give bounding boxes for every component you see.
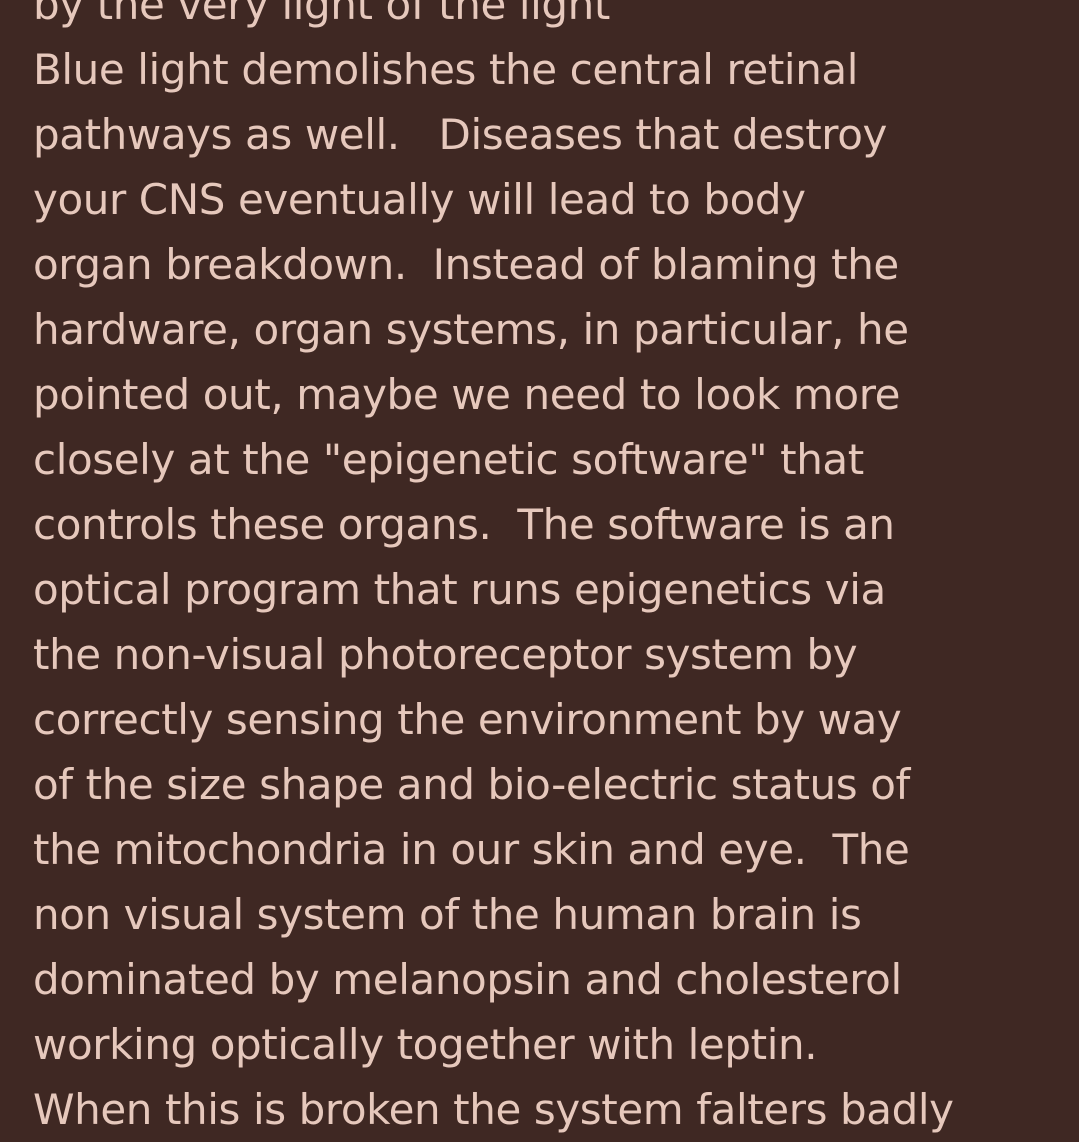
text-line: dominated by melanopsin and cholesterol xyxy=(33,955,902,1004)
text-line: by the very light of the light xyxy=(33,0,610,29)
text-line: pathways as well. Diseases that destroy xyxy=(33,110,887,159)
post-body-text: by the very light of the light Blue ligh… xyxy=(33,0,1073,1142)
text-line: the mitochondria in our skin and eye. Th… xyxy=(33,825,910,874)
text-line: Blue light demolishes the central retina… xyxy=(33,45,859,94)
text-line: working optically together with leptin. xyxy=(33,1020,818,1069)
text-line: your CNS eventually will lead to body xyxy=(33,175,806,224)
text-line: optical program that runs epigenetics vi… xyxy=(33,565,886,614)
text-line: controls these organs. The software is a… xyxy=(33,500,895,549)
text-line: pointed out, maybe we need to look more xyxy=(33,370,901,419)
text-line: non visual system of the human brain is xyxy=(33,890,862,939)
text-line: of the size shape and bio-electric statu… xyxy=(33,760,910,809)
text-line: closely at the "epigenetic software" tha… xyxy=(33,435,864,484)
text-line: correctly sensing the environment by way xyxy=(33,695,902,744)
text-line: organ breakdown. Instead of blaming the xyxy=(33,240,899,289)
text-line: When this is broken the system falters b… xyxy=(33,1085,954,1134)
text-line: hardware, organ systems, in particular, … xyxy=(33,305,909,354)
text-line: the non-visual photoreceptor system by xyxy=(33,630,858,679)
